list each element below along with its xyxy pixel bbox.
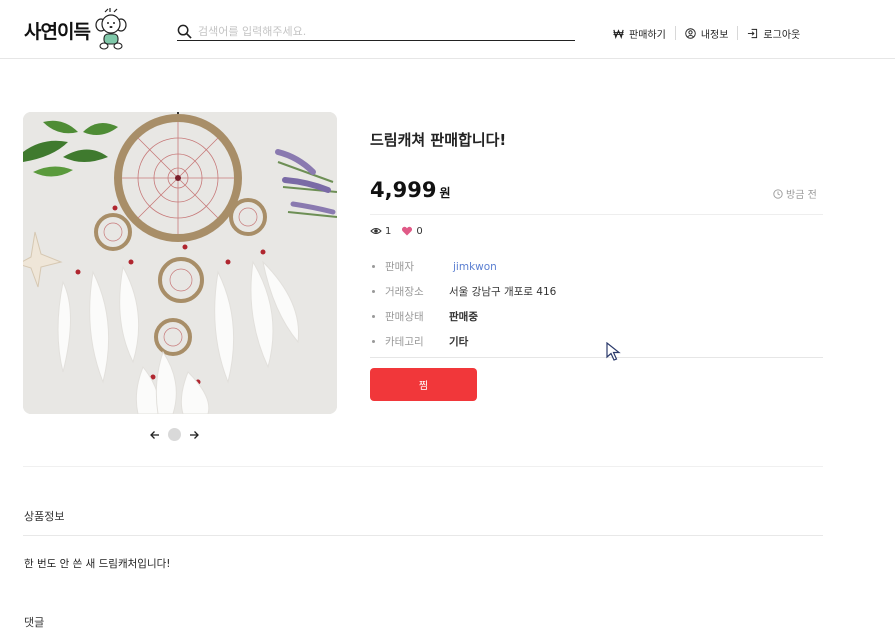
divider [370, 357, 823, 358]
view-count: 1 [370, 225, 391, 237]
seller-link[interactable]: jimkwon [449, 261, 497, 273]
dreamcatcher-photo [23, 112, 337, 414]
status-label: 판매상태 [385, 311, 424, 323]
nav-logout-label: 로그아웃 [763, 29, 801, 41]
top-nav: 판매하기 내정보 로그아웃 [604, 26, 809, 41]
like-count: 0 [401, 225, 423, 237]
dog-mascot-icon [95, 8, 127, 50]
category-label: 카테고리 [385, 336, 424, 348]
info-row-status: 판매상태 판매중 [370, 304, 556, 329]
mouse-cursor-icon [606, 342, 621, 361]
info-row-category: 카테고리 기타 [370, 329, 556, 354]
info-row-seller: 판매자 jimkwon [370, 254, 556, 279]
info-row-location: 거래장소 서울 강남구 개포로 416 [370, 279, 556, 304]
product-stats: 1 0 [370, 225, 433, 237]
slider-dot[interactable] [168, 428, 181, 441]
bullet [372, 265, 375, 268]
logout-icon [748, 28, 758, 38]
like-count-value: 0 [416, 225, 423, 237]
search-bar[interactable] [177, 22, 575, 41]
nav-myinfo[interactable]: 내정보 [674, 26, 738, 41]
search-input[interactable] [198, 22, 558, 40]
nav-sell[interactable]: 판매하기 [604, 26, 675, 41]
header: 사연이득 판매하기 [0, 0, 895, 59]
view-count-value: 1 [385, 225, 392, 237]
user-circle-icon [685, 27, 696, 39]
product-description: 한 번도 안 쓴 새 드림캐처입니다! [24, 558, 171, 570]
bullet [372, 340, 375, 343]
price-value: 4,999 [370, 178, 437, 202]
comments-section-title: 댓글 [24, 616, 45, 628]
product-title: 드림캐쳐 판매합니다! [370, 131, 507, 149]
bullet [372, 290, 375, 293]
posted-time-text: 방금 전 [786, 190, 817, 201]
like-button[interactable]: 찜 [370, 368, 477, 401]
seller-label: 판매자 [385, 261, 414, 273]
location-label: 거래장소 [385, 286, 424, 298]
product-info-section-title: 상품정보 [24, 510, 65, 523]
product-price: 4,999 원 [370, 178, 450, 202]
product-info-list: 판매자 jimkwon 거래장소 서울 강남구 개포로 416 판매상태 판매중… [370, 254, 556, 354]
won-icon [613, 28, 624, 39]
eye-icon [370, 228, 382, 234]
divider [370, 214, 823, 215]
search-icon[interactable] [177, 24, 192, 39]
location-value: 서울 강남구 개포로 416 [449, 286, 557, 298]
clock-icon [773, 188, 783, 199]
divider [23, 466, 823, 467]
nav-myinfo-label: 내정보 [700, 29, 729, 41]
product-image [23, 112, 337, 414]
nav-sell-label: 판매하기 [629, 29, 666, 41]
site-logo[interactable]: 사연이득 [24, 8, 130, 52]
bullet [372, 315, 375, 318]
divider [23, 535, 823, 536]
posted-time: 방금 전 [773, 186, 817, 201]
status-value: 판매중 [449, 311, 478, 323]
price-unit: 원 [439, 186, 451, 200]
heart-icon [402, 226, 413, 236]
arrow-right-icon[interactable] [189, 430, 199, 440]
logo-text: 사연이득 [24, 20, 91, 43]
category-value: 기타 [449, 336, 469, 348]
image-slider [150, 428, 199, 441]
arrow-left-icon[interactable] [150, 430, 160, 440]
nav-logout[interactable]: 로그아웃 [737, 26, 809, 41]
